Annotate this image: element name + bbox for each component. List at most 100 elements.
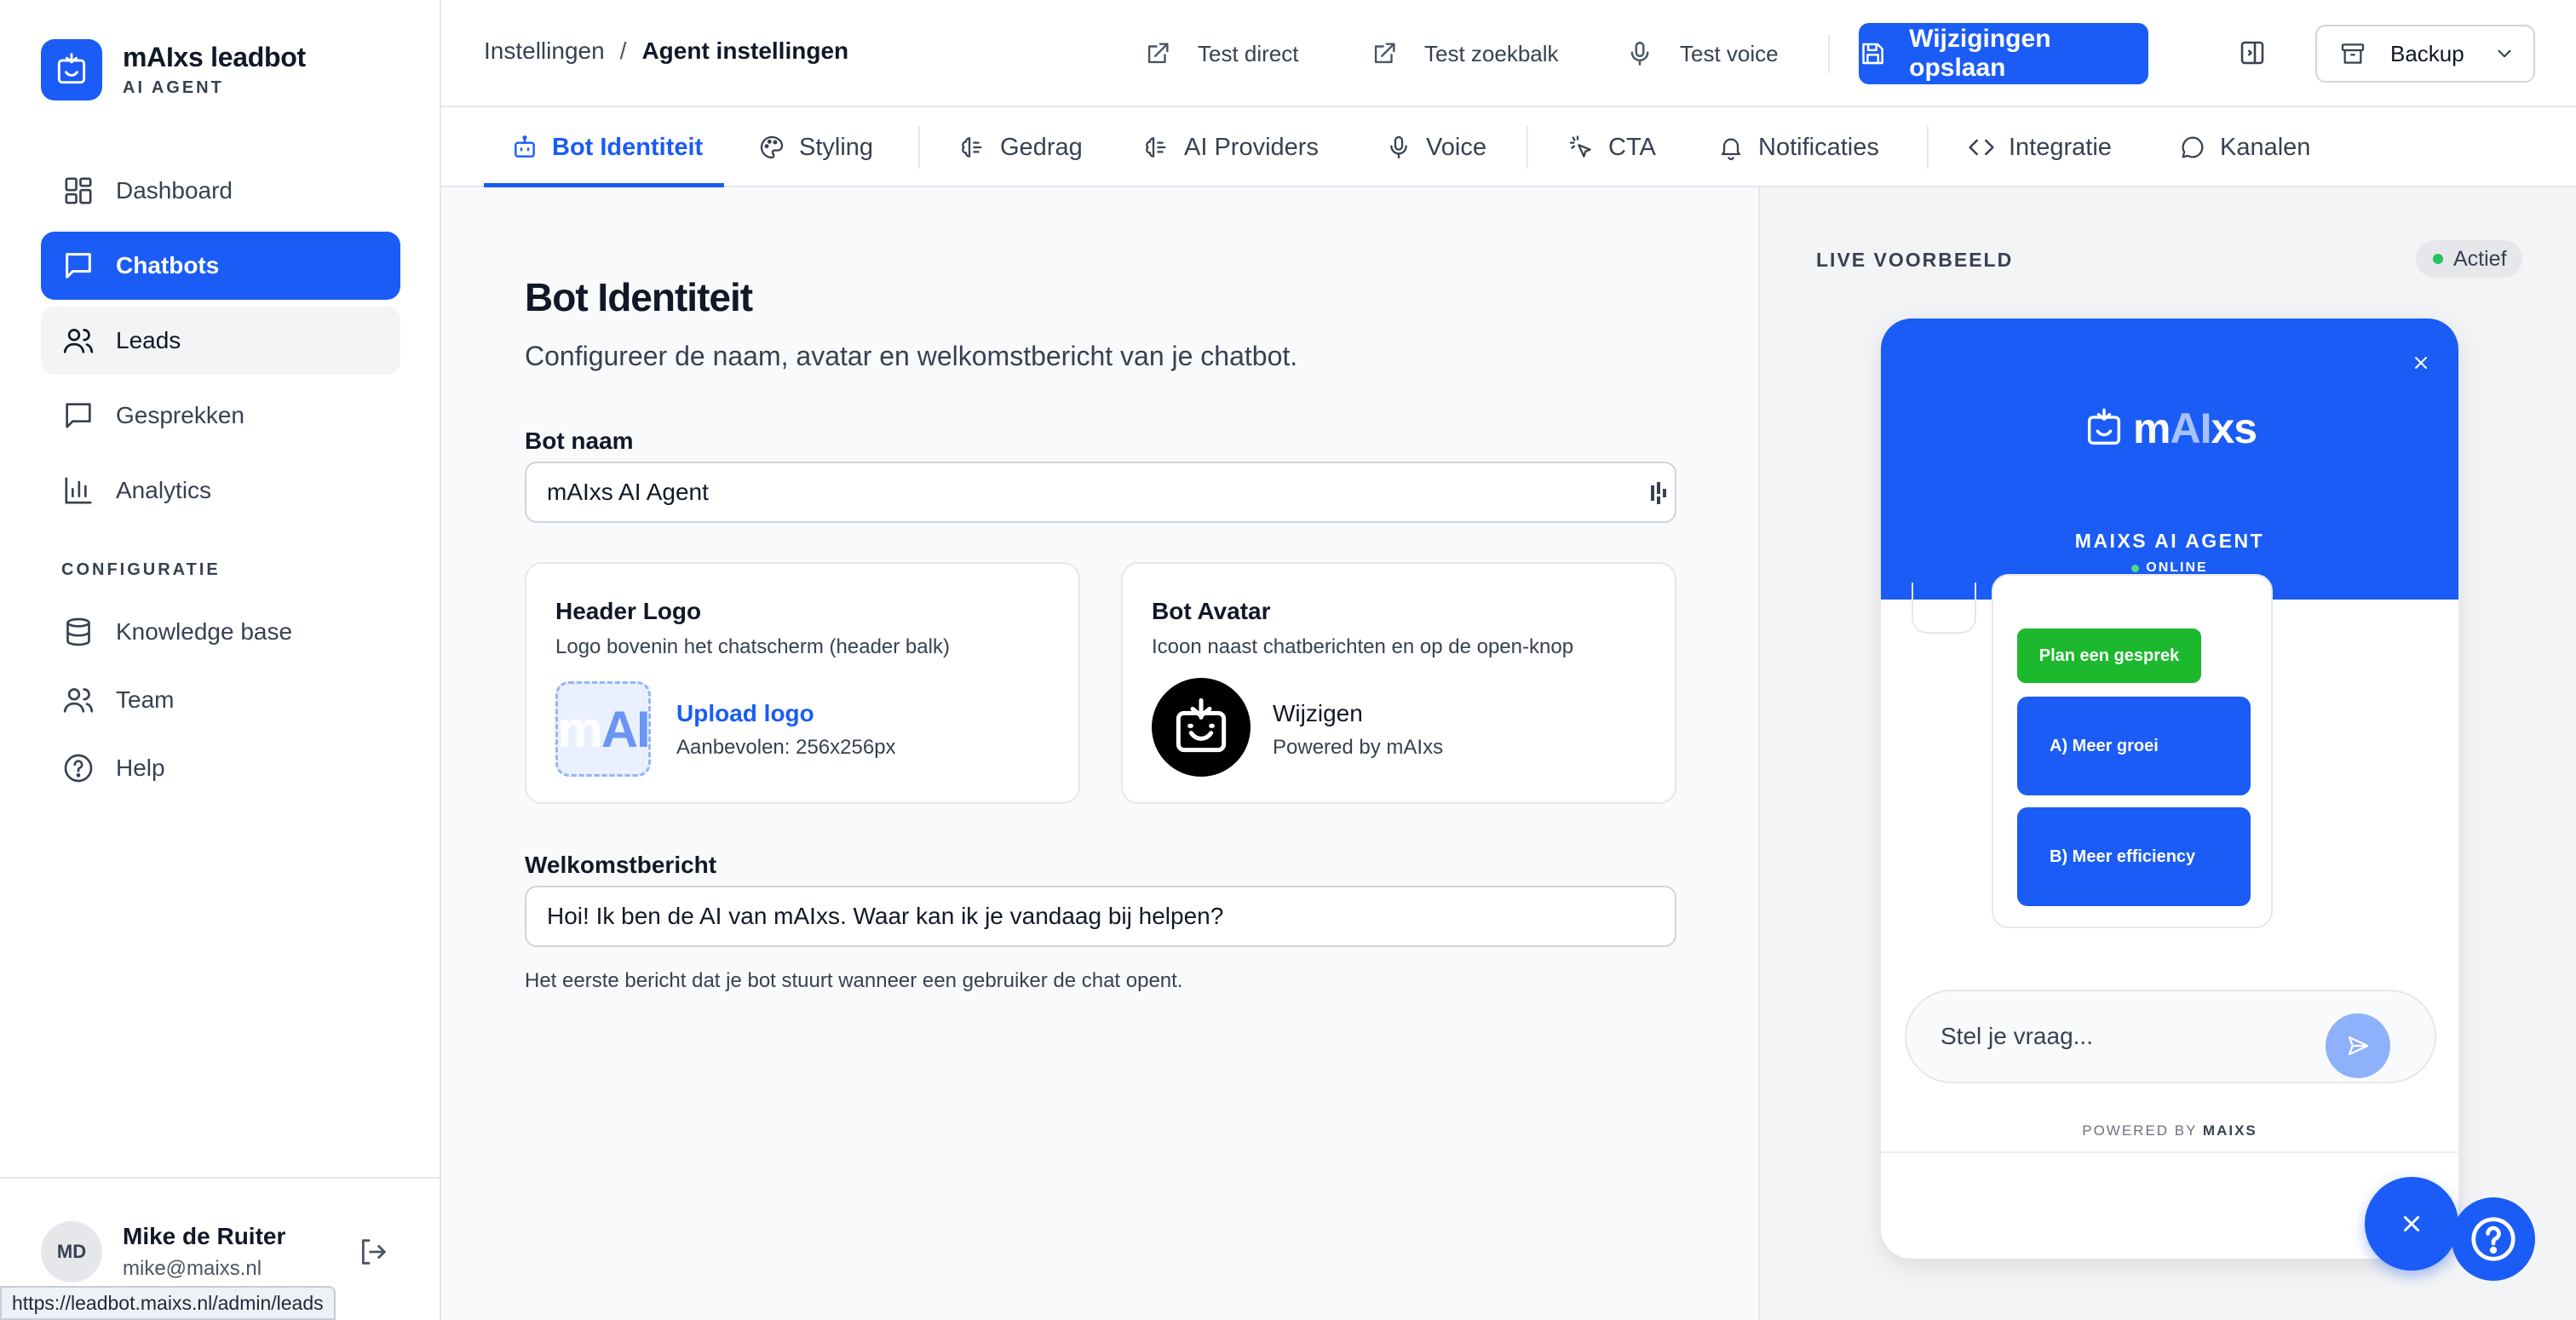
sidebar-item-label: Knowledge base bbox=[116, 618, 293, 645]
user-email: mike@maixs.nl bbox=[123, 1257, 262, 1280]
code-icon bbox=[1969, 139, 1994, 156]
main-content: Bot Identiteit Configureer de naam, avat… bbox=[441, 187, 1758, 1320]
toolbar-divider bbox=[1828, 34, 1830, 73]
help-circle-icon bbox=[2471, 1217, 2516, 1261]
send-button[interactable] bbox=[2326, 1013, 2390, 1078]
message-icon bbox=[66, 403, 91, 428]
avatar[interactable]: MD bbox=[41, 1221, 102, 1283]
breadcrumb-separator: / bbox=[619, 37, 627, 64]
live-preview-panel: LIVE VOORBEELD Actief m AI xs MAIXS AI AGE… bbox=[1758, 187, 2576, 1320]
microphone-icon bbox=[1630, 42, 1649, 66]
tab-voice[interactable]: Voice bbox=[1385, 107, 1486, 187]
bot-name-value: mAIxs AI Agent bbox=[547, 479, 709, 505]
tab-ai-providers[interactable]: AI Providers bbox=[1143, 107, 1319, 187]
sidebar-item-label: Analytics bbox=[116, 477, 212, 503]
save-button[interactable]: Wijzigingen opslaan bbox=[1859, 23, 2148, 84]
help-fab[interactable] bbox=[2452, 1197, 2535, 1281]
chat-widget-preview: m AI xs MAIXS AI AGENT ONLINE Plan een ges… bbox=[1881, 319, 2458, 1259]
user-name: Mike de Ruiter bbox=[123, 1223, 286, 1249]
upload-logo-hint: Aanbevolen: 256x256px bbox=[676, 736, 896, 759]
upload-logo-link[interactable]: Upload logo bbox=[676, 700, 814, 727]
status-dot-icon bbox=[2433, 254, 2443, 264]
breadcrumb-parent[interactable]: Instellingen bbox=[484, 37, 605, 65]
password-manager-icon[interactable] bbox=[1649, 480, 1668, 506]
chevron-down-icon bbox=[2498, 49, 2511, 58]
tab-separator bbox=[918, 126, 920, 169]
bot-avatar-title: Bot Avatar bbox=[1152, 598, 1271, 624]
tab-styling[interactable]: Styling bbox=[758, 107, 873, 187]
header-logo-title: Header Logo bbox=[555, 598, 702, 624]
welcome-message-value: Hoi! Ik ben de AI van mAIxs. Waar kan ik… bbox=[547, 903, 1224, 929]
bot-icon bbox=[515, 135, 535, 158]
backup-dropdown[interactable]: Backup bbox=[2315, 25, 2535, 83]
bot-avatar-card: Bot Avatar Icoon naast chatberichten en … bbox=[1121, 562, 1676, 804]
sidebar-item-chatbots[interactable]: Chatbots bbox=[41, 232, 400, 300]
external-link-icon bbox=[1374, 43, 1395, 64]
toggle-panel-icon[interactable] bbox=[2237, 37, 2268, 68]
bot-name-input[interactable]: mAIxs AI Agent bbox=[525, 462, 1676, 523]
close-icon[interactable] bbox=[2411, 353, 2431, 373]
sidebar-item-help[interactable]: Help bbox=[41, 734, 400, 802]
bell-icon bbox=[1721, 138, 1741, 161]
widget-logo: m AI xs bbox=[2082, 404, 2257, 453]
archive-icon bbox=[2341, 43, 2365, 64]
sidebar-item-dashboard[interactable]: Dashboard bbox=[41, 157, 400, 225]
sidebar-item-analytics[interactable]: Analytics bbox=[41, 456, 400, 525]
tab-bot-identiteit[interactable]: Bot Identiteit bbox=[511, 107, 703, 187]
tab-gedrag[interactable]: Gedrag bbox=[959, 107, 1083, 187]
status-badge: Actief bbox=[2416, 240, 2522, 278]
tab-separator bbox=[1527, 126, 1528, 169]
page-title: Bot Identiteit bbox=[525, 275, 753, 319]
test-voice-button[interactable]: Test voice bbox=[1625, 32, 1779, 75]
header-logo-preview[interactable]: m AI bbox=[555, 681, 651, 777]
chat-icon bbox=[66, 253, 91, 278]
tab-cta[interactable]: CTA bbox=[1567, 107, 1656, 187]
page-description: Configureer de naam, avatar en welkomstb… bbox=[525, 341, 1298, 371]
welcome-message-input[interactable]: Hoi! Ik ben de AI van mAIxs. Waar kan ik… bbox=[525, 886, 1676, 947]
option-b-button[interactable]: B) Meer efficiency bbox=[2017, 807, 2251, 906]
bar-chart-icon bbox=[65, 477, 92, 504]
status-bar-url: https://leadbot.maixs.nl/admin/leads bbox=[0, 1286, 336, 1320]
breadcrumb-current: Agent instellingen bbox=[641, 37, 849, 64]
users-icon bbox=[63, 688, 94, 713]
sidebar-item-label: Leads bbox=[116, 327, 181, 353]
widget-header: m AI xs MAIXS AI AGENT ONLINE bbox=[1881, 319, 2458, 600]
tab-separator bbox=[1927, 126, 1929, 169]
change-avatar-button[interactable]: Wijzigen bbox=[1273, 700, 1363, 727]
powered-by: POWERED BY MAIXS bbox=[2082, 1122, 2257, 1139]
sidebar-item-label: Dashboard bbox=[116, 177, 233, 204]
logout-icon[interactable] bbox=[356, 1235, 390, 1269]
option-a-button[interactable]: A) Meer groei bbox=[2017, 697, 2251, 795]
breadcrumb: Instellingen / Agent instellingen bbox=[484, 37, 848, 65]
close-chat-fab[interactable] bbox=[2365, 1177, 2458, 1271]
brain-icon bbox=[962, 137, 982, 158]
test-direct-button[interactable]: Test direct bbox=[1143, 32, 1299, 75]
tab-kanalen[interactable]: Kanalen bbox=[2179, 107, 2310, 187]
header-logo-description: Logo bovenin het chatscherm (header balk… bbox=[555, 635, 950, 658]
sidebar-item-label: Team bbox=[116, 686, 175, 713]
brand[interactable]: mAIxs leadbot AI AGENT bbox=[41, 39, 306, 100]
tab-notificaties[interactable]: Notificaties bbox=[1717, 107, 1879, 187]
welcome-message-label: Welkomstbericht bbox=[525, 852, 717, 878]
online-dot-icon bbox=[2131, 564, 2140, 572]
sidebar-item-team[interactable]: Team bbox=[41, 666, 400, 734]
help-circle-icon bbox=[64, 754, 93, 783]
live-preview-label: LIVE VOORBEELD bbox=[1816, 249, 2014, 271]
pointer-click-icon bbox=[1569, 135, 1591, 158]
plan-meeting-button[interactable]: Plan een gesprek bbox=[2017, 628, 2201, 683]
sidebar-item-leads[interactable]: Leads bbox=[41, 307, 400, 375]
sidebar-item-gesprekken[interactable]: Gesprekken bbox=[41, 382, 400, 450]
external-link-icon bbox=[1147, 43, 1169, 64]
bot-avatar-icon[interactable] bbox=[1152, 678, 1251, 777]
sidebar-item-knowledge-base[interactable]: Knowledge base bbox=[41, 598, 400, 666]
brand-logo-icon bbox=[41, 39, 102, 100]
tab-integratie[interactable]: Integratie bbox=[1968, 107, 2112, 187]
brand-name: mAIxs leadbot bbox=[123, 42, 306, 72]
header-logo-card: Header Logo Logo bovenin het chatscherm … bbox=[525, 562, 1080, 804]
test-search-button[interactable]: Test zoekbalk bbox=[1370, 32, 1559, 75]
grid-icon bbox=[65, 177, 92, 204]
brain-icon bbox=[1146, 137, 1166, 158]
widget-agent-name: MAIXS AI AGENT bbox=[2074, 530, 2265, 552]
bot-name-label: Bot naam bbox=[525, 428, 634, 454]
database-icon bbox=[66, 617, 90, 646]
